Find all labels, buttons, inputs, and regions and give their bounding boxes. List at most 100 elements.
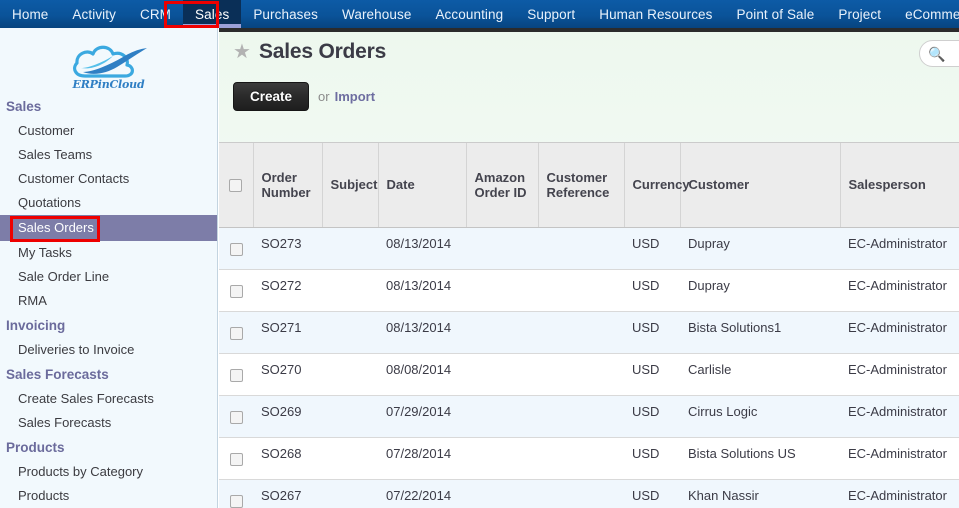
cell-customer: Bista Solutions US — [680, 437, 840, 480]
sidebar-section-sales-forecasts: Sales Forecasts — [6, 367, 109, 382]
nav-item-label: Warehouse — [342, 6, 412, 22]
nav-item-project[interactable]: Project — [826, 0, 893, 28]
table-row[interactable]: SO273 08/13/2014 USD Dupray EC-Administrator — [219, 227, 959, 270]
cell-order-number: SO270 — [253, 353, 322, 396]
sidebar-item-rma[interactable]: RMA — [0, 289, 217, 313]
cell-order-number: SO273 — [253, 227, 322, 270]
nav-item-human-resources[interactable]: Human Resources — [587, 0, 724, 28]
import-link[interactable]: Import — [335, 89, 375, 104]
cell-salesperson: EC-Administrator — [840, 269, 959, 312]
search-input[interactable]: 🔍 — [919, 40, 959, 67]
cell-amazon-order-id — [466, 311, 538, 354]
create-button[interactable]: Create — [233, 82, 310, 111]
row-select-cell — [219, 269, 253, 312]
cell-salesperson: EC-Administrator — [840, 311, 959, 354]
sidebar-item-quotations[interactable]: Quotations — [0, 191, 217, 215]
cell-currency: USD — [624, 269, 680, 312]
row-select-cell — [219, 227, 253, 270]
cell-customer: Dupray — [680, 227, 840, 270]
cell-currency: USD — [624, 227, 680, 270]
cell-customer: Bista Solutions1 — [680, 311, 840, 354]
cell-subject — [322, 353, 378, 396]
cell-date: 08/13/2014 — [378, 227, 466, 270]
cell-customer-reference — [538, 437, 624, 480]
app-logo[interactable]: ERPinCloud — [0, 28, 217, 94]
sidebar-item-customer-contacts[interactable]: Customer Contacts — [0, 167, 217, 191]
cell-date: 08/13/2014 — [378, 311, 466, 354]
column-header-amazon-order-id[interactable]: Amazon Order ID — [466, 143, 539, 228]
table-row[interactable]: SO271 08/13/2014 USD Bista Solutions1 EC-Adm… — [219, 311, 959, 354]
column-header-customer-reference[interactable]: Customer Reference — [538, 143, 625, 228]
cell-subject — [322, 395, 378, 438]
cell-currency: USD — [624, 311, 680, 354]
nav-item-home[interactable]: Home — [0, 0, 60, 28]
table-header-row: Order Number Subject Date Amazon Order ID Cu… — [219, 143, 959, 228]
row-checkbox[interactable] — [229, 368, 243, 382]
column-header-order-number[interactable]: Order Number — [253, 143, 323, 228]
table-row[interactable]: SO270 08/08/2014 USD Carlisle EC-Administrat… — [219, 353, 959, 396]
cell-salesperson: EC-Administrator — [840, 395, 959, 438]
cell-currency: USD — [624, 353, 680, 396]
cell-order-number: SO268 — [253, 437, 322, 480]
cell-date: 08/08/2014 — [378, 353, 466, 396]
sidebar-item-sale-order-line[interactable]: Sale Order Line — [0, 265, 217, 289]
cell-customer-reference — [538, 353, 624, 396]
cell-amazon-order-id — [466, 227, 538, 270]
sidebar-section-sales: Sales — [6, 99, 42, 114]
row-checkbox[interactable] — [229, 242, 243, 256]
sidebar-item-my-tasks[interactable]: My Tasks — [0, 241, 217, 265]
sidebar-item-sales-forecasts[interactable]: Sales Forecasts — [0, 411, 217, 435]
row-checkbox[interactable] — [229, 326, 243, 340]
select-all-checkbox[interactable] — [229, 179, 243, 193]
nav-item-label: eCommerce — [905, 6, 959, 22]
nav-item-purchases[interactable]: Purchases — [241, 0, 330, 28]
cell-customer-reference — [538, 311, 624, 354]
row-checkbox[interactable] — [229, 494, 243, 508]
table-row[interactable]: SO272 08/13/2014 USD Dupray EC-Administrator — [219, 269, 959, 312]
sidebar-item-deliveries-to-invoice[interactable]: Deliveries to Invoice — [0, 338, 217, 362]
row-checkbox[interactable] — [229, 410, 243, 424]
cell-subject — [322, 311, 378, 354]
column-header-currency[interactable]: Currency — [624, 143, 690, 228]
star-icon[interactable]: ★ — [233, 42, 251, 62]
nav-item-ecommerce[interactable]: eCommerce — [893, 0, 959, 28]
nav-item-warehouse[interactable]: Warehouse — [330, 0, 423, 28]
row-checkbox[interactable] — [229, 452, 243, 466]
nav-item-label: Activity — [72, 6, 116, 22]
cell-amazon-order-id — [466, 479, 538, 508]
table-row[interactable]: SO267 07/22/2014 USD Khan Nassir EC-Administ… — [219, 479, 959, 508]
cell-subject — [322, 269, 378, 312]
erpincloud-logo-mark: ERPinCloud — [61, 34, 157, 92]
column-header-customer[interactable]: Customer — [680, 143, 841, 228]
page-title: Sales Orders — [258, 40, 387, 63]
cell-subject — [322, 479, 378, 508]
cell-customer-reference — [538, 227, 624, 270]
row-select-cell — [219, 479, 253, 508]
sidebar-item-customer[interactable]: Customer — [0, 119, 217, 143]
row-select-cell — [219, 311, 253, 354]
sidebar-item-products[interactable]: Products — [0, 484, 217, 508]
nav-item-sales[interactable]: Sales — [183, 0, 242, 28]
sidebar-item-create-sales-forecasts[interactable]: Create Sales Forecasts — [0, 387, 217, 411]
column-header-subject[interactable]: Subject — [322, 143, 379, 228]
nav-item-activity[interactable]: Activity — [60, 0, 128, 28]
cell-date: 07/22/2014 — [378, 479, 466, 508]
column-header-date[interactable]: Date — [378, 143, 467, 228]
nav-item-crm[interactable]: CRM — [128, 0, 183, 28]
nav-item-label: Accounting — [435, 6, 504, 22]
cell-subject — [322, 227, 378, 270]
sidebar-item-products-by-category[interactable]: Products by Category — [0, 460, 217, 484]
search-icon: 🔍 — [928, 45, 946, 62]
column-header-salesperson[interactable]: Salesperson — [840, 143, 959, 228]
nav-item-accounting[interactable]: Accounting — [423, 0, 515, 28]
nav-item-point-of-sale[interactable]: Point of Sale — [725, 0, 827, 28]
sidebar-item-sales-teams[interactable]: Sales Teams — [0, 143, 217, 167]
nav-item-support[interactable]: Support — [515, 0, 587, 28]
sidebar-item-sales-orders[interactable]: Sales Orders — [0, 215, 217, 241]
cell-customer: Carlisle — [680, 353, 840, 396]
table-row[interactable]: SO269 07/29/2014 USD Cirrus Logic EC-Adminis… — [219, 395, 959, 438]
row-checkbox[interactable] — [229, 284, 243, 298]
content-top-divider — [219, 28, 959, 32]
cell-customer-reference — [538, 395, 624, 438]
table-row[interactable]: SO268 07/28/2014 USD Bista Solutions US EC-A… — [219, 437, 959, 480]
